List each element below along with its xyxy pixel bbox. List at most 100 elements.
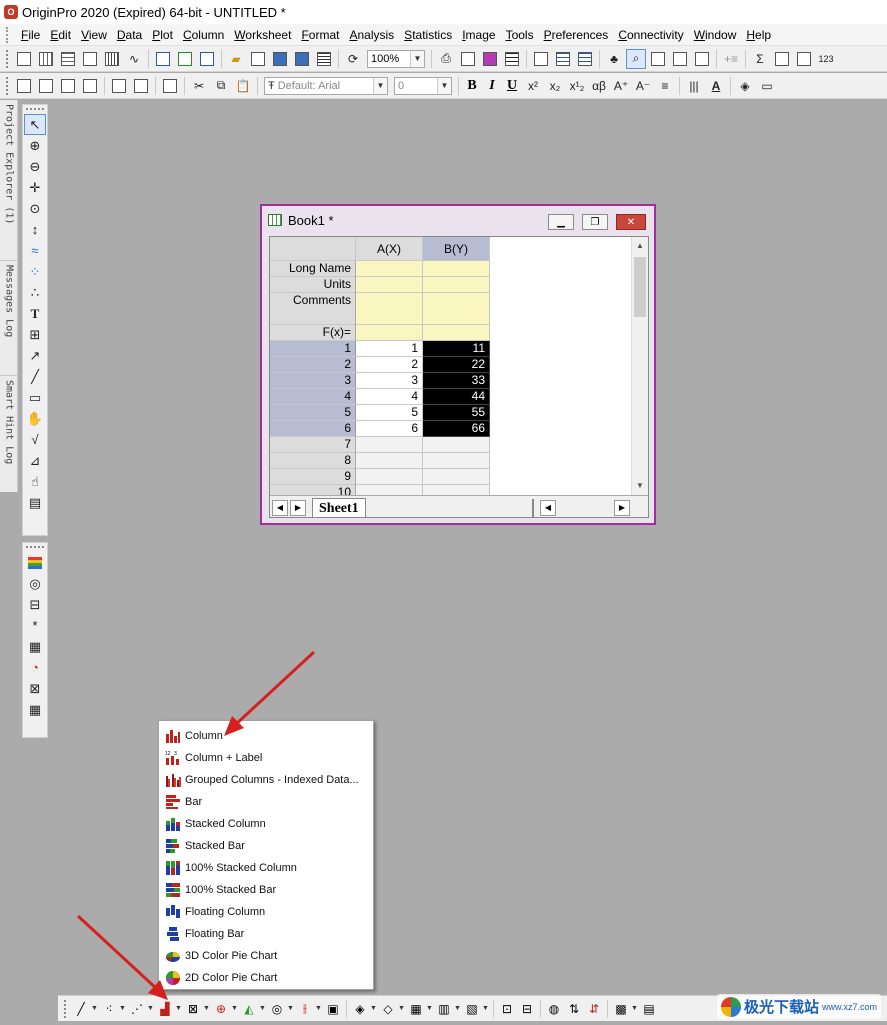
add-column-icon[interactable]: +≡ (721, 49, 741, 69)
menu-connectivity[interactable]: Connectivity (613, 28, 688, 42)
decrease-font-icon[interactable]: A⁻ (633, 76, 653, 96)
scale-icon[interactable]: ✛ (24, 177, 46, 198)
menu-item-column[interactable]: Column (159, 725, 373, 747)
print-icon[interactable]: ⎙ (436, 49, 456, 69)
menu-item-100-stacked-bar[interactable]: 100% Stacked Bar (159, 879, 373, 901)
menu-view[interactable]: View (76, 28, 112, 42)
italic-button[interactable]: I (482, 78, 502, 94)
pattern-icon[interactable]: ||| (684, 76, 704, 96)
open-folder-icon[interactable]: ▰ (226, 49, 246, 69)
set-values-icon[interactable] (794, 49, 814, 69)
new-legend-icon[interactable]: * (24, 615, 46, 636)
results-log-icon[interactable] (553, 49, 573, 69)
cell-a[interactable] (356, 437, 423, 453)
code-builder-icon[interactable] (197, 49, 217, 69)
graph-tool-icon[interactable]: ⊿ (24, 450, 46, 471)
increase-font-icon[interactable]: A⁺ (611, 76, 631, 96)
chevron-down-icon[interactable]: ▼ (482, 1005, 490, 1012)
chevron-down-icon[interactable]: ▼ (454, 1005, 462, 1012)
bold-button[interactable]: B (462, 78, 482, 94)
menu-file[interactable]: File (16, 28, 45, 42)
chevron-down-icon[interactable]: ▼ (91, 1005, 99, 1012)
menu-item-grouped-columns[interactable]: Grouped Columns - Indexed Data... (159, 769, 373, 791)
superscript-icon[interactable]: x² (523, 76, 543, 96)
long-name-a[interactable] (356, 261, 423, 277)
layer-icon[interactable]: ▤ (24, 492, 46, 513)
comments-a[interactable] (356, 293, 423, 325)
row-header[interactable]: 8 (270, 453, 356, 469)
3d-walls-icon[interactable]: ▥ (435, 999, 453, 1019)
statistics-icon[interactable] (772, 49, 792, 69)
copy-page-icon[interactable] (480, 49, 500, 69)
smart-hint-log-tab[interactable]: Smart Hint Log (0, 375, 18, 490)
bubble-scale-icon[interactable]: ▦ (24, 636, 46, 657)
messages-log-tab[interactable]: Messages Log (0, 260, 18, 370)
add-new-columns-icon[interactable] (58, 76, 78, 96)
menu-item-floating-bar[interactable]: Floating Bar (159, 923, 373, 945)
cell-b[interactable]: 22 (423, 357, 490, 373)
polar-plot-icon[interactable]: ◎ (268, 999, 286, 1019)
number-format-icon[interactable]: 123 (816, 49, 836, 69)
unmask-icon[interactable] (131, 76, 151, 96)
sort-icon[interactable] (80, 76, 100, 96)
text-tool-icon[interactable]: T (24, 303, 46, 324)
menu-analysis[interactable]: Analysis (344, 28, 399, 42)
3d-surface-icon[interactable]: ◈ (351, 999, 369, 1019)
stock-plot-icon[interactable]: ⫲ (296, 999, 314, 1019)
menu-item-stacked-bar[interactable]: Stacked Bar (159, 835, 373, 857)
row-header[interactable]: 7 (270, 437, 356, 453)
row-header[interactable]: 3 (270, 373, 356, 389)
pointer-icon[interactable]: ↖ (24, 114, 46, 135)
arrange-icon[interactable] (160, 76, 180, 96)
menu-item-bar[interactable]: Bar (159, 791, 373, 813)
scatter-plot-icon[interactable]: ⁖ (100, 999, 118, 1019)
chevron-down-icon[interactable]: ▼ (147, 1005, 155, 1012)
command-window-icon[interactable] (575, 49, 595, 69)
import-icon[interactable] (314, 49, 334, 69)
merge-graph-icon[interactable]: ⊡ (498, 999, 516, 1019)
rectangle-tool-icon[interactable]: ▭ (24, 387, 46, 408)
slideshow-icon[interactable] (502, 49, 522, 69)
row-stats-icon[interactable] (36, 76, 56, 96)
row-header[interactable]: 4 (270, 389, 356, 405)
cell-b[interactable]: 66 (423, 421, 490, 437)
annotation-icon[interactable]: ⊞ (24, 324, 46, 345)
subscript-icon[interactable]: x₂ (545, 76, 565, 96)
chevron-down-icon[interactable]: ▼ (631, 1005, 639, 1012)
chevron-down-icon[interactable]: ▼ (370, 1005, 378, 1012)
zoom-out-icon[interactable]: ⊖ (24, 156, 46, 177)
arrow-tool-icon[interactable]: ↗ (24, 345, 46, 366)
hand-icon[interactable]: ✋ (24, 408, 46, 429)
fill-color-icon[interactable]: ◈ (735, 76, 755, 96)
sum-icon[interactable]: Σ (750, 49, 770, 69)
cell-b[interactable] (423, 469, 490, 485)
new-function-icon[interactable]: ∿ (124, 49, 144, 69)
menu-column[interactable]: Column (178, 28, 229, 42)
new-notes-icon[interactable] (175, 49, 195, 69)
underline-button[interactable]: U (502, 78, 522, 94)
menu-item-2d-color-pie[interactable]: 2D Color Pie Chart (159, 967, 373, 989)
export-icon[interactable] (458, 49, 478, 69)
units-b[interactable] (423, 277, 490, 293)
new-matrix-icon[interactable] (102, 49, 122, 69)
save-project-icon[interactable] (270, 49, 290, 69)
table-icon[interactable]: ▦ (24, 699, 46, 720)
new-graph-icon[interactable] (80, 49, 100, 69)
cell-a[interactable]: 1 (356, 341, 423, 357)
rescale-icon[interactable]: ⟳ (343, 49, 363, 69)
row-header[interactable]: 6 (270, 421, 356, 437)
tab-sheet1[interactable]: Sheet1 (312, 497, 366, 517)
cursor-icon[interactable]: ↕ (24, 219, 46, 240)
calc-icon[interactable] (648, 49, 668, 69)
vertical-scrollbar[interactable]: ▲ ▼ (631, 237, 648, 495)
zoom-in-icon[interactable]: ⊕ (24, 135, 46, 156)
3d-box-icon[interactable]: ▧ (463, 999, 481, 1019)
font-size-combo[interactable]: 0 ▼ (394, 76, 452, 95)
pan-icon[interactable]: ☝ (24, 471, 46, 492)
menu-data[interactable]: Data (112, 28, 147, 42)
cell-b[interactable] (423, 437, 490, 453)
scroll-thumb[interactable] (634, 257, 646, 317)
hscroll-left-icon[interactable]: ◀ (540, 499, 556, 516)
tree-icon[interactable]: ♣ (604, 49, 624, 69)
row-header[interactable]: 2 (270, 357, 356, 373)
